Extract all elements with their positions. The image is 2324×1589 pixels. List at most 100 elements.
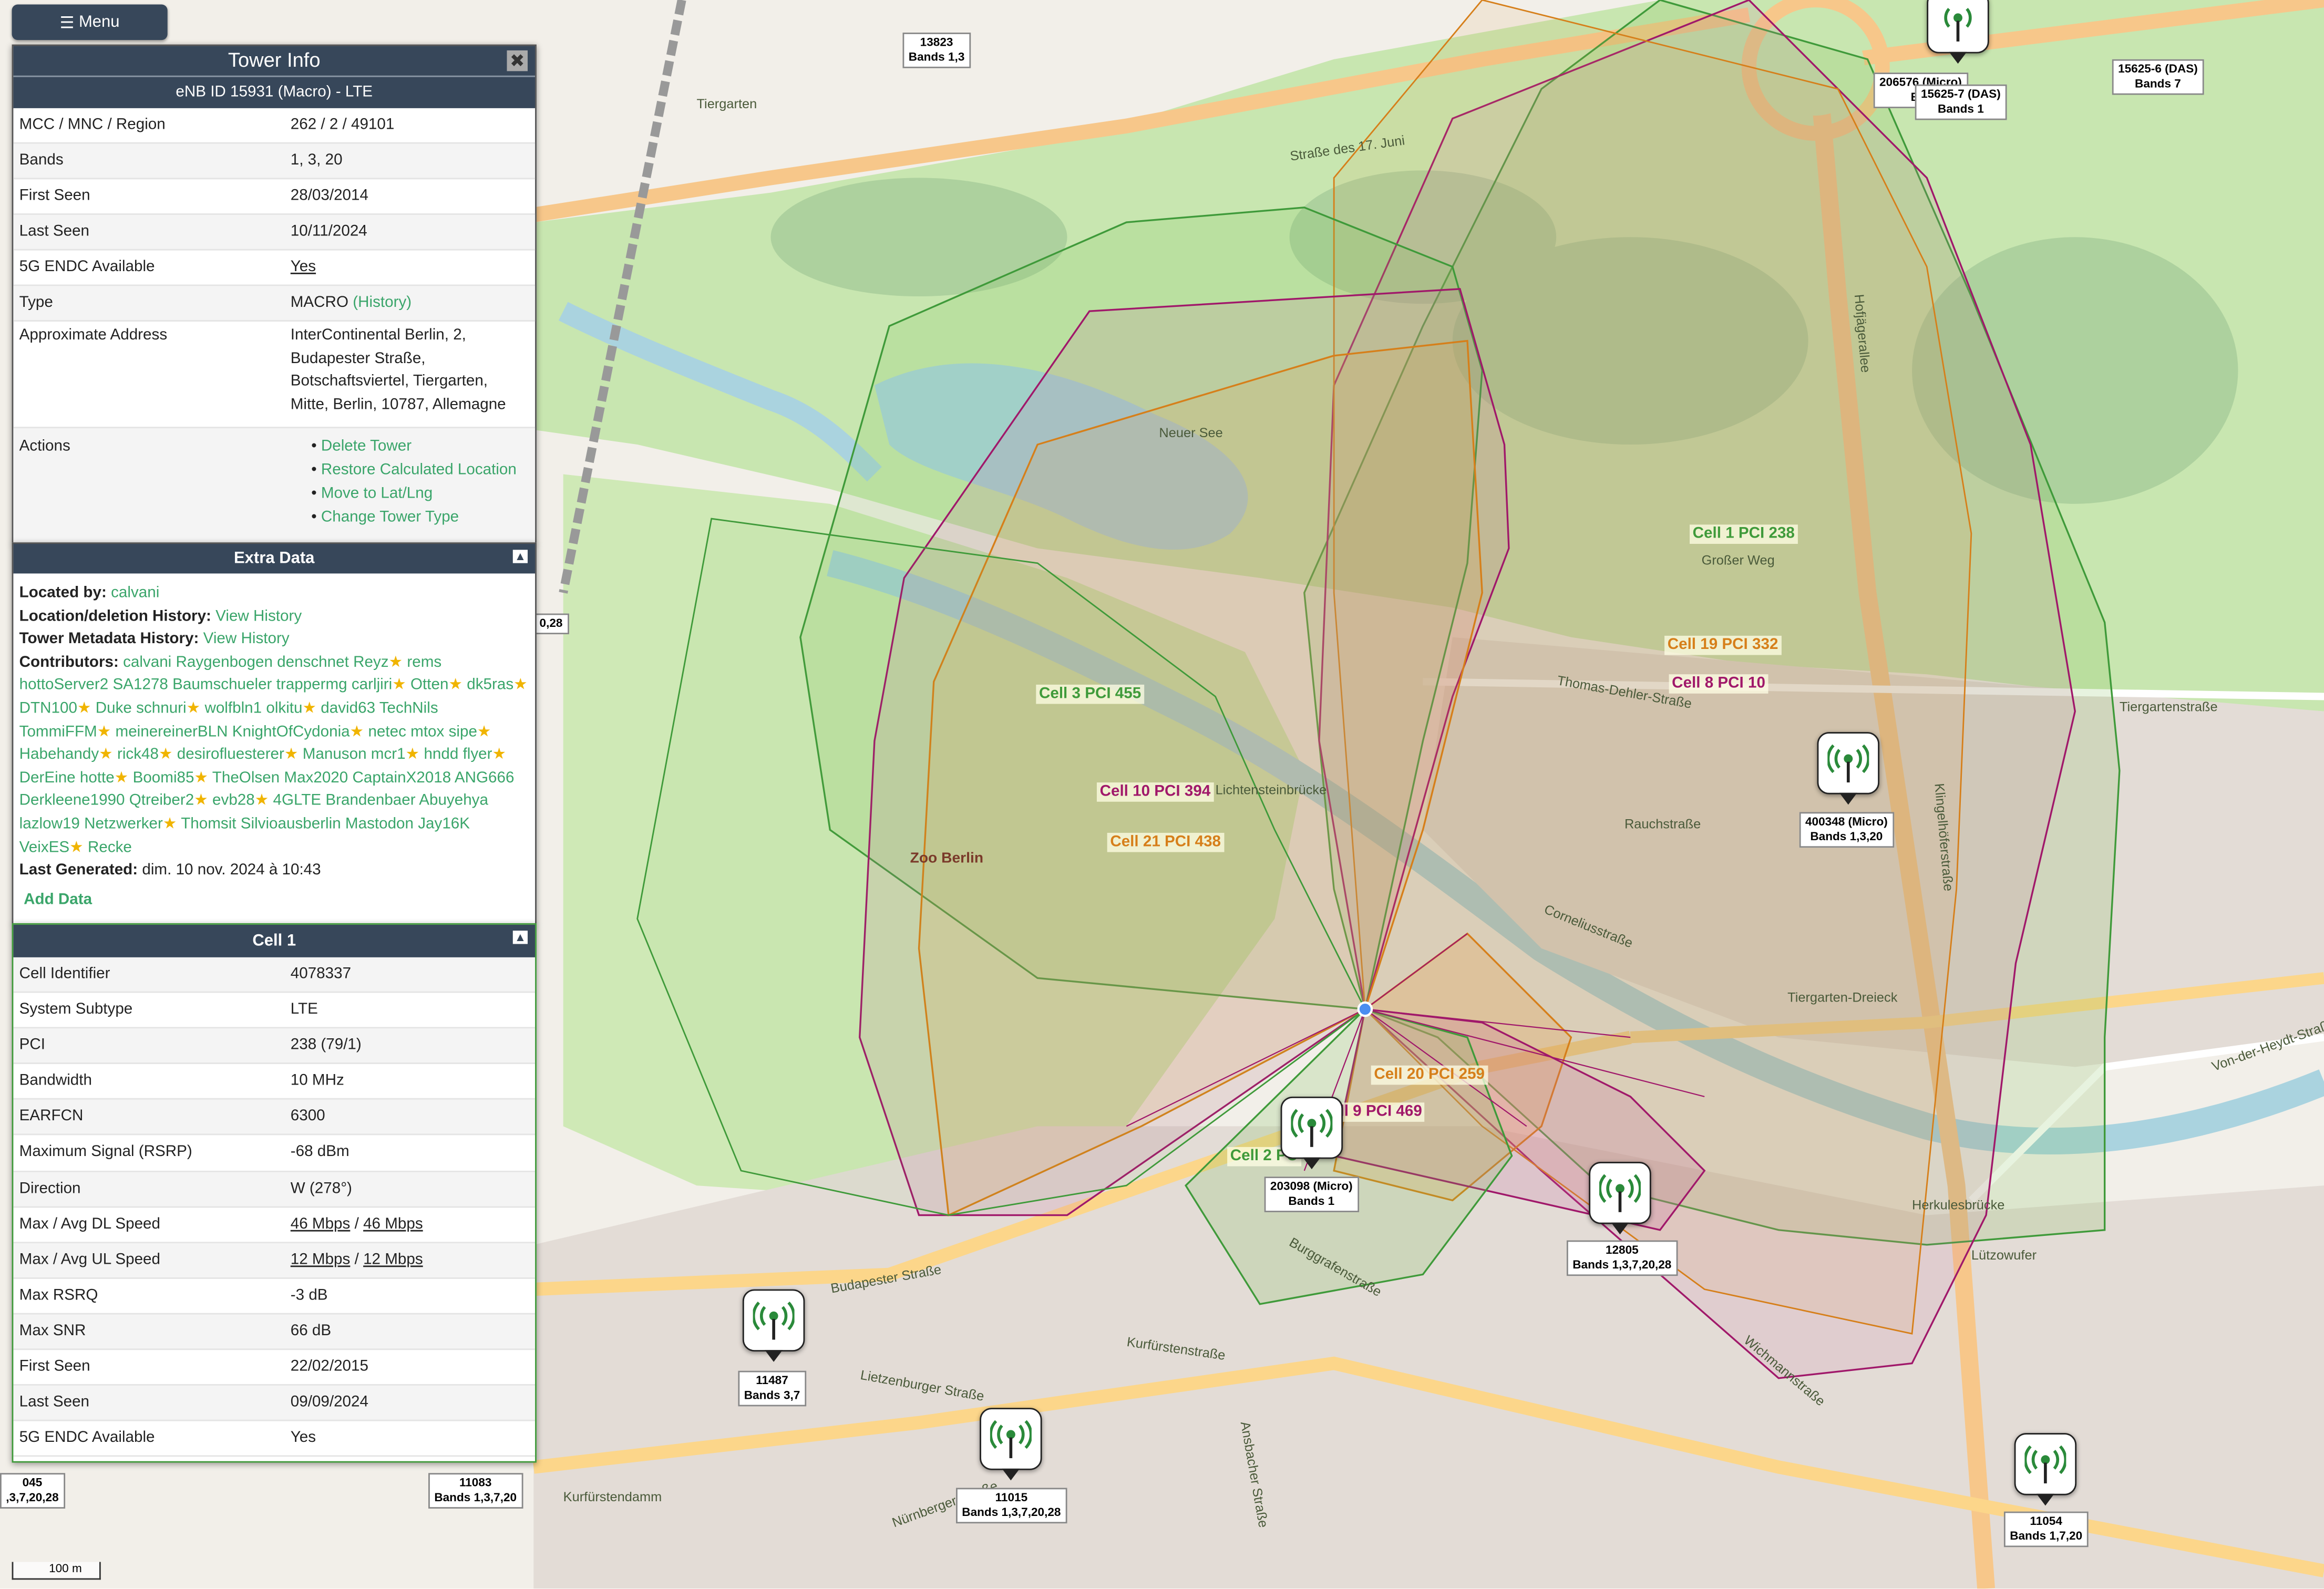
- contributor-link[interactable]: Derkleene1990: [19, 792, 125, 810]
- contributor-link[interactable]: rems: [407, 653, 441, 671]
- cell-header[interactable]: Cell 1 ▲: [13, 924, 536, 957]
- contributor-link[interactable]: Mastodon: [345, 815, 414, 833]
- max-speed-link[interactable]: 46 Mbps: [291, 1215, 351, 1233]
- contributor-link[interactable]: Qtreiber2: [129, 792, 194, 810]
- contributor-link[interactable]: dk5ras: [467, 676, 513, 694]
- tower-tag[interactable]: 15625-6 (DAS) Bands 7: [2112, 59, 2204, 95]
- cell-label[interactable]: Cell 21 PCI 438: [1107, 832, 1224, 852]
- contributor-link[interactable]: TommiFFM: [19, 723, 97, 740]
- contributor-link[interactable]: Baumschueler: [172, 676, 272, 694]
- contributor-link[interactable]: Brandenbaer: [325, 792, 415, 810]
- contributor-link[interactable]: hndd: [424, 746, 458, 763]
- tower-marker[interactable]: [1589, 1162, 1651, 1235]
- tower-tag[interactable]: 400348 (Micro) Bands 1,3,20: [1799, 812, 1894, 848]
- contributor-link[interactable]: Silvioausberlin: [241, 815, 341, 833]
- contributor-link[interactable]: Reyz: [353, 653, 389, 671]
- contributor-link[interactable]: Otten: [410, 676, 448, 694]
- avg-speed-link[interactable]: 12 Mbps: [363, 1251, 423, 1268]
- contributor-link[interactable]: trappermg: [276, 676, 347, 694]
- cell-label[interactable]: Cell 3 PCI 455: [1036, 684, 1144, 704]
- endc-value[interactable]: Yes: [291, 258, 316, 276]
- delete-tower-link[interactable]: Delete Tower: [321, 437, 412, 455]
- cell-rows[interactable]: Cell Identifier 4078337 System Subtype LTE P…: [13, 957, 536, 1458]
- collapse-icon[interactable]: ▲: [512, 550, 528, 563]
- contributor-link[interactable]: Thomsit: [181, 815, 236, 833]
- tower-marker[interactable]: [1280, 1096, 1343, 1170]
- contributor-link[interactable]: sipe: [449, 723, 477, 740]
- contributor-link[interactable]: lazlow19: [19, 815, 80, 833]
- contributor-link[interactable]: DTN100: [19, 699, 77, 717]
- contributor-link[interactable]: meinereinerBLN: [116, 723, 228, 740]
- contributor-link[interactable]: SA1278: [112, 676, 168, 694]
- contributor-link[interactable]: david63: [321, 699, 375, 717]
- contributor-link[interactable]: carljiri: [352, 676, 392, 694]
- tower-tag[interactable]: 045,3,7,20,28: [0, 1473, 65, 1509]
- contributor-link[interactable]: mcr1: [371, 746, 406, 763]
- contributor-link[interactable]: calvani: [123, 653, 171, 671]
- contributor-link[interactable]: Recke: [88, 838, 132, 856]
- tower-marker[interactable]: [1817, 732, 1880, 805]
- type-history-link[interactable]: (History): [353, 293, 412, 311]
- contributor-link[interactable]: 4GLTE: [273, 792, 322, 810]
- contributor-link[interactable]: Duke: [96, 699, 132, 717]
- tower-tag[interactable]: 11054 Bands 1,7,20: [2003, 1511, 2089, 1547]
- contributor-link[interactable]: mtox: [410, 723, 444, 740]
- restore-location-link[interactable]: Restore Calculated Location: [321, 461, 517, 479]
- contributor-link[interactable]: flyer: [463, 746, 492, 763]
- contributor-link[interactable]: Manuson: [303, 746, 367, 763]
- contributor-link[interactable]: Max2020: [284, 769, 348, 787]
- collapse-icon[interactable]: ▲: [512, 931, 528, 944]
- contributor-link[interactable]: rick48: [117, 746, 159, 763]
- tower-tag[interactable]: 12805 Bands 1,3,7,20,28: [1566, 1240, 1678, 1276]
- contributor-link[interactable]: TechNils: [379, 699, 438, 717]
- tower-tag[interactable]: 15625-7 (DAS) Bands 1: [1915, 84, 2007, 120]
- menu-button[interactable]: ☰ Menu: [12, 4, 168, 40]
- contributor-link[interactable]: Habehandy: [19, 746, 99, 763]
- close-icon[interactable]: ✖: [507, 50, 528, 71]
- tower-marker[interactable]: [1927, 0, 1989, 64]
- contributor-link[interactable]: hotte: [80, 769, 115, 787]
- contributor-link[interactable]: schnuri: [136, 699, 186, 717]
- contributor-link[interactable]: ANG666: [455, 769, 515, 787]
- cell-label[interactable]: ll 9 PCI 469: [1336, 1102, 1425, 1122]
- metadata-history-link[interactable]: View History: [203, 630, 290, 648]
- add-data-link[interactable]: Add Data: [24, 890, 92, 908]
- contributor-link[interactable]: desirofluesterer: [177, 746, 284, 763]
- contributor-link[interactable]: TheOlsen: [212, 769, 280, 787]
- cell-label[interactable]: Cell 1 PCI 238: [1690, 524, 1798, 544]
- location-history-link[interactable]: View History: [215, 607, 302, 625]
- tower-marker[interactable]: [2014, 1433, 2077, 1506]
- cell-label[interactable]: Cell 10 PCI 394: [1096, 782, 1214, 802]
- contributor-link[interactable]: CaptainX2018: [353, 769, 451, 787]
- selected-tower-dot[interactable]: [1357, 1001, 1373, 1017]
- avg-speed-link[interactable]: 46 Mbps: [363, 1215, 423, 1233]
- tower-tag[interactable]: 11487 Bands 3,7: [738, 1370, 806, 1407]
- contributor-link[interactable]: VeixES: [19, 838, 69, 856]
- cell-label[interactable]: Cell 19 PCI 332: [1664, 635, 1782, 655]
- map-view[interactable]: Zoo Berlin Neuer See Großer Weg Straße d…: [0, 0, 2324, 1589]
- contributor-link[interactable]: hottoServer2: [19, 676, 109, 694]
- contributor-link[interactable]: wolfbln1: [204, 699, 262, 717]
- contributor-link[interactable]: olkitu: [266, 699, 302, 717]
- tower-tag[interactable]: 203098 (Micro) Bands 1: [1264, 1177, 1359, 1212]
- tower-tag[interactable]: 13823 Bands 1,3: [902, 33, 971, 68]
- change-type-link[interactable]: Change Tower Type: [321, 508, 459, 526]
- max-speed-link[interactable]: 12 Mbps: [291, 1251, 351, 1268]
- contributor-link[interactable]: Abuyehya: [419, 792, 488, 810]
- contributor-link[interactable]: denschnet: [277, 653, 349, 671]
- contributor-link[interactable]: Boomi85: [133, 769, 194, 787]
- contributor-link[interactable]: Raygenbogen: [176, 653, 273, 671]
- located-by-link[interactable]: calvani: [111, 584, 159, 602]
- contributor-link[interactable]: netec: [368, 723, 406, 740]
- contributor-link[interactable]: DerEine: [19, 769, 76, 787]
- contributor-link[interactable]: KnightOfCydonia: [232, 723, 350, 740]
- cell-label[interactable]: Cell 20 PCI 259: [1371, 1065, 1488, 1085]
- tower-tag[interactable]: 11083 Bands 1,3,7,20: [428, 1473, 523, 1509]
- extra-data-header[interactable]: Extra Data ▲: [13, 544, 536, 574]
- contributor-link[interactable]: Jay16K: [418, 815, 470, 833]
- tower-marker[interactable]: [742, 1289, 805, 1362]
- tower-marker[interactable]: [980, 1408, 1042, 1481]
- contributor-link[interactable]: evb28: [212, 792, 255, 810]
- move-to-latlng-link[interactable]: Move to Lat/Lng: [321, 484, 433, 502]
- contributor-link[interactable]: Netzwerker: [84, 815, 163, 833]
